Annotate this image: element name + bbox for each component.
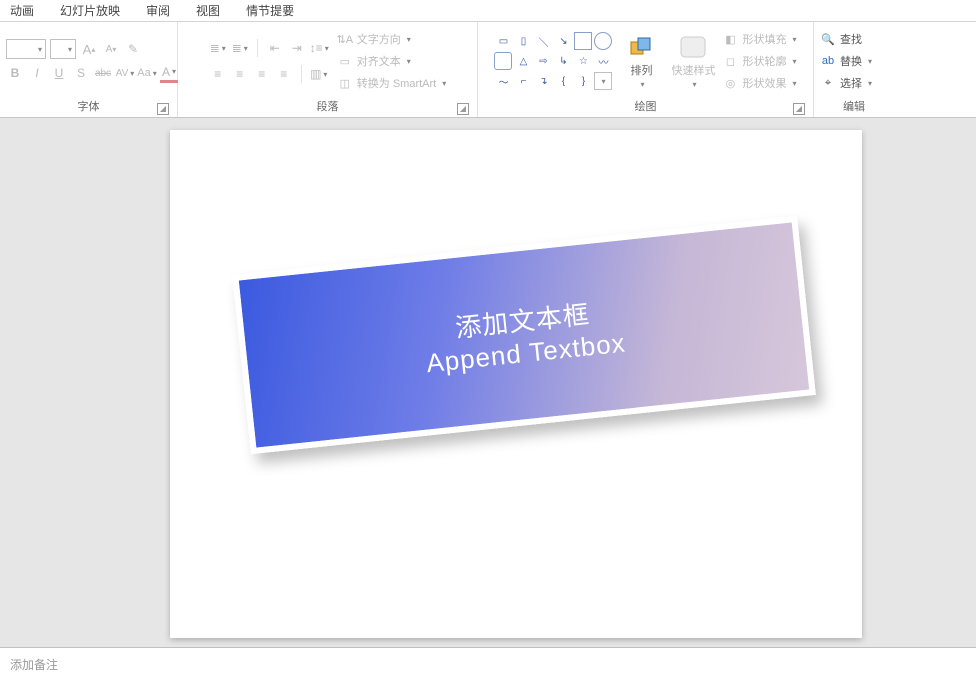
group-editing: 🔍 查找 ab 替换▾ ⌖ 选择▾ 编辑 [814, 22, 894, 117]
shadow-button[interactable]: S [72, 63, 90, 83]
group-editing-label: 编辑 [820, 96, 888, 117]
select-button[interactable]: ⌖ 选择▾ [820, 73, 888, 93]
ribbon: ▾ ▾ A▴ A▾ ✎ B I U S abc AV▾ Aa▾ A▾ 字体 ◢ [0, 22, 976, 118]
shape-triangle-icon[interactable]: △ [514, 52, 532, 70]
menu-animation[interactable]: 动画 [10, 2, 34, 19]
char-spacing-button[interactable]: AV▾ [116, 63, 134, 83]
menu-review[interactable]: 审阅 [146, 2, 170, 19]
shape-vtext-icon[interactable]: ▯ [514, 32, 532, 50]
align-text-button[interactable]: ▭ 对齐文本▾ [337, 51, 446, 71]
shape-star-icon[interactable]: ☆ [574, 52, 592, 70]
change-case-button[interactable]: Aa▾ [138, 63, 156, 83]
shape-oval-icon[interactable] [594, 32, 612, 50]
text-direction-button[interactable]: ⇅A 文字方向▾ [337, 29, 446, 49]
shape-connector-icon[interactable]: ↴ [534, 72, 552, 90]
slide-textbox[interactable]: 添加文本框 Append Textbox [232, 216, 816, 454]
numbering-button[interactable]: ≣▾ [231, 38, 249, 58]
group-drawing-label: 绘图 ◢ [484, 96, 807, 117]
replace-icon: ab [820, 54, 836, 68]
shape-rect-icon[interactable] [574, 32, 592, 50]
paragraph-dialog-launcher[interactable]: ◢ [457, 103, 469, 115]
find-button[interactable]: 🔍 查找 [820, 29, 888, 49]
dec-indent-button[interactable]: ⇤ [266, 38, 284, 58]
group-drawing: ▭ ▯ ＼ ↘ △ ⇨ ↳ ☆ 〰 〜 ⌐ ↴ { } ▾ [478, 22, 814, 117]
slide[interactable]: 添加文本框 Append Textbox [170, 130, 862, 638]
group-paragraph: ≣▾ ≣▾ ⇤ ⇥ ↕≡▾ ≡ ≡ ≡ ≡ ▥▾ ⇅A [178, 22, 478, 117]
align-center-button[interactable]: ≡ [231, 64, 249, 84]
font-size-select[interactable]: ▾ [50, 39, 76, 59]
font-color-button[interactable]: A▾ [160, 63, 178, 83]
increase-font-button[interactable]: A▴ [80, 39, 98, 59]
font-family-select[interactable]: ▾ [6, 39, 46, 59]
drawing-dialog-launcher[interactable]: ◢ [793, 103, 805, 115]
shape-roundrect-icon[interactable] [494, 52, 512, 70]
decrease-font-button[interactable]: A▾ [102, 39, 120, 59]
shape-curl-icon[interactable]: 〰 [594, 52, 612, 70]
smartart-icon: ◫ [337, 76, 353, 90]
underline-button[interactable]: U [50, 63, 68, 83]
shape-curve-icon[interactable]: 〜 [494, 72, 512, 90]
shape-brace-l-icon[interactable]: { [554, 72, 572, 90]
arrange-button[interactable]: 排列▾ [618, 34, 664, 89]
group-font-label: 字体 ◢ [6, 96, 171, 117]
menu-bar: 动画 幻灯片放映 审阅 视图 情节提要 [0, 0, 976, 22]
shape-outline-icon: ◻ [722, 54, 738, 68]
arrange-icon [628, 34, 654, 60]
shape-arrow-r-icon[interactable]: ⇨ [534, 52, 552, 70]
italic-button[interactable]: I [28, 63, 46, 83]
menu-slideshow[interactable]: 幻灯片放映 [60, 2, 120, 19]
replace-button[interactable]: ab 替换▾ [820, 51, 888, 71]
line-spacing-button[interactable]: ↕≡▾ [310, 38, 329, 58]
bullets-button[interactable]: ≣▾ [209, 38, 227, 58]
shape-effects-button[interactable]: ◎ 形状效果▾ [722, 73, 796, 93]
menu-view[interactable]: 视图 [196, 2, 220, 19]
quick-styles-button[interactable]: 快速样式▾ [670, 34, 716, 89]
inc-indent-button[interactable]: ⇥ [288, 38, 306, 58]
shapes-gallery[interactable]: ▭ ▯ ＼ ↘ △ ⇨ ↳ ☆ 〰 〜 ⌐ ↴ { } ▾ [494, 32, 612, 90]
bold-button[interactable]: B [6, 63, 24, 83]
shape-line-icon[interactable]: ＼ [534, 32, 552, 50]
convert-smartart-button[interactable]: ◫ 转换为 SmartArt▾ [337, 73, 446, 93]
menu-storyboard[interactable]: 情节提要 [246, 2, 294, 19]
group-font: ▾ ▾ A▴ A▾ ✎ B I U S abc AV▾ Aa▾ A▾ 字体 ◢ [0, 22, 178, 117]
align-right-button[interactable]: ≡ [253, 64, 271, 84]
shape-fill-icon: ◧ [722, 32, 738, 46]
text-direction-icon: ⇅A [337, 32, 353, 46]
shapes-more-button[interactable]: ▾ [594, 72, 612, 90]
notes-pane[interactable]: 添加备注 [0, 647, 976, 681]
justify-button[interactable]: ≡ [275, 64, 293, 84]
shape-angle-icon[interactable]: ⌐ [514, 72, 532, 90]
strike-button[interactable]: abc [94, 63, 112, 83]
notes-placeholder: 添加备注 [10, 658, 58, 672]
shape-arrowline-icon[interactable]: ↘ [554, 32, 572, 50]
align-text-icon: ▭ [337, 54, 353, 68]
select-icon: ⌖ [820, 76, 836, 90]
quick-styles-icon [680, 34, 706, 60]
shape-fill-button[interactable]: ◧ 形状填充▾ [722, 29, 796, 49]
group-paragraph-label: 段落 ◢ [184, 96, 471, 117]
shape-arrow-turn-icon[interactable]: ↳ [554, 52, 572, 70]
shape-effects-icon: ◎ [722, 76, 738, 90]
shape-brace-r-icon[interactable]: } [574, 72, 592, 90]
shape-outline-button[interactable]: ◻ 形状轮廓▾ [722, 51, 796, 71]
shape-textbox-icon[interactable]: ▭ [494, 32, 512, 50]
clear-formatting-button[interactable]: ✎ [124, 39, 142, 59]
font-dialog-launcher[interactable]: ◢ [157, 103, 169, 115]
slide-canvas-area: 添加文本框 Append Textbox [0, 118, 976, 647]
align-left-button[interactable]: ≡ [209, 64, 227, 84]
find-icon: 🔍 [820, 32, 836, 46]
columns-button[interactable]: ▥▾ [310, 64, 328, 84]
